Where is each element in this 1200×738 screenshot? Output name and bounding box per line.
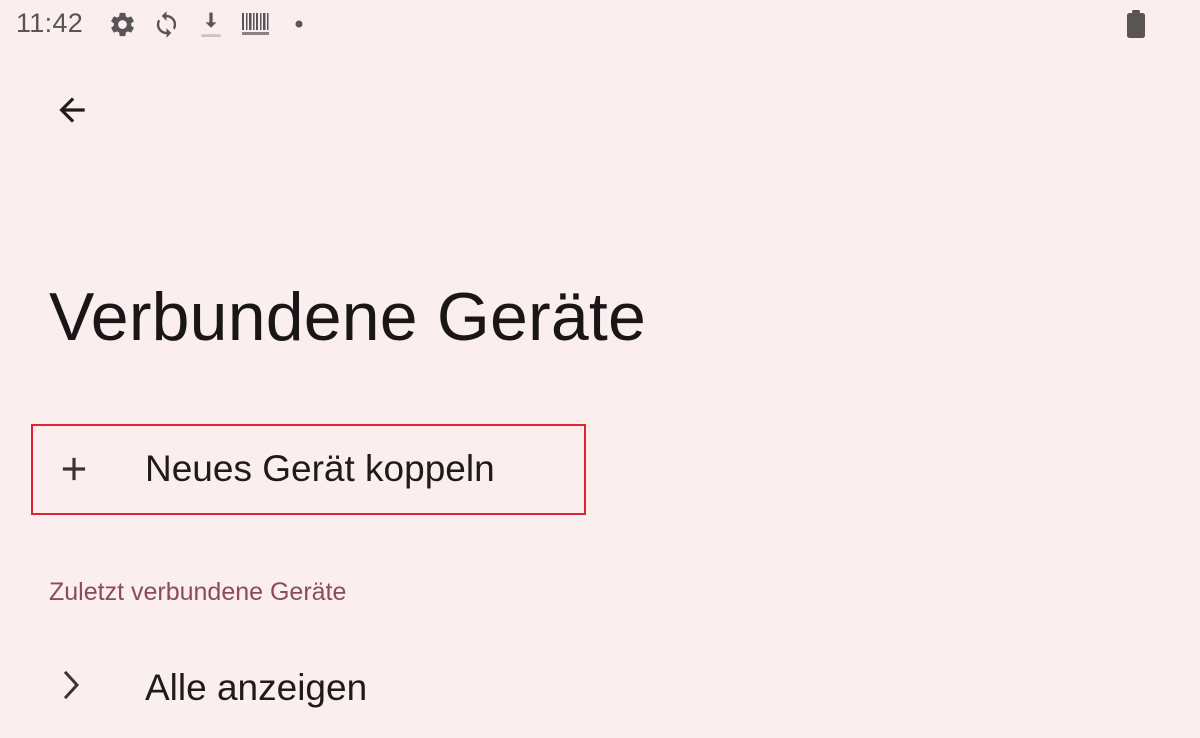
chevron-right-icon (61, 668, 83, 707)
battery-icon (1125, 9, 1147, 39)
status-bar: 11:42 (0, 0, 1200, 50)
show-all-button[interactable]: Alle anzeigen (31, 640, 586, 731)
gear-icon (108, 10, 137, 39)
dot-icon (294, 19, 304, 29)
screen: 11:42 Verbundene Geräte Neues Gerät kopp… (0, 0, 1200, 738)
status-time: 11:42 (16, 8, 84, 38)
show-all-label: Alle anzeigen (145, 667, 368, 708)
download-icon (198, 10, 224, 39)
back-button[interactable] (42, 82, 102, 142)
recent-devices-section-title: Zuletzt verbundene Geräte (49, 578, 347, 606)
sync-icon (152, 10, 181, 39)
arrow-left-icon (53, 91, 91, 134)
pair-new-device-button[interactable]: Neues Gerät koppeln (31, 424, 586, 515)
page-title: Verbundene Geräte (49, 279, 646, 355)
barcode-icon (241, 11, 269, 37)
plus-icon (55, 450, 93, 493)
pair-new-device-label: Neues Gerät koppeln (145, 448, 495, 489)
